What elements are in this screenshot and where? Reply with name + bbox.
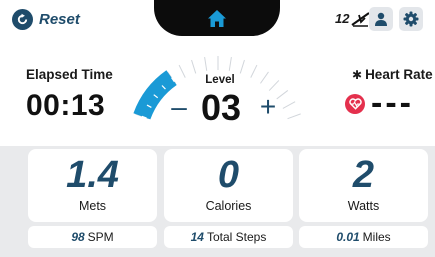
calories-card: 0 Calories <box>164 149 293 222</box>
gear-icon <box>403 11 419 27</box>
elapsed-time-value: 00:13 <box>26 89 106 122</box>
gauge-tick <box>204 56 208 71</box>
mets-label: Mets <box>78 199 107 213</box>
heart-rate-label-text: Heart Rate <box>365 67 433 82</box>
profile-button[interactable] <box>369 7 393 31</box>
user-icon <box>375 12 387 26</box>
gauge-tick <box>239 59 245 74</box>
reset-label: Reset <box>39 10 80 28</box>
gauge-tick <box>191 59 197 74</box>
mets-value: 1.4 <box>66 154 119 196</box>
reset-icon <box>12 8 33 30</box>
gauge-tick <box>260 71 269 84</box>
watts-value: 2 <box>352 154 375 196</box>
gauge-tick <box>282 101 296 109</box>
total-steps-pill: 14 Total Steps <box>164 226 293 248</box>
level-increase-button[interactable]: + <box>256 90 280 124</box>
spm-pill: 98 SPM <box>28 226 157 248</box>
level-label: Level <box>205 74 235 86</box>
heart-icon <box>345 94 365 114</box>
bluetooth-icon: ✱ <box>352 68 363 82</box>
spm-label: SPM <box>87 230 114 244</box>
incline-value: 12 <box>335 10 350 26</box>
watts-label: Watts <box>347 199 380 213</box>
heart-rate-label: ✱ Heart Rate <box>352 67 433 82</box>
total-steps-label: Total Steps <box>206 230 267 244</box>
level-value: 03 <box>200 87 242 128</box>
total-steps-value: 14 <box>190 230 204 244</box>
level-decrease-button[interactable]: – <box>168 90 190 124</box>
heart-rate-value: --- <box>371 84 414 122</box>
miles-pill: 0.01 Miles <box>299 226 428 248</box>
miles-value: 0.01 <box>336 230 360 244</box>
gauge-tick <box>250 64 258 78</box>
calories-value: 0 <box>217 154 240 196</box>
home-icon <box>208 9 226 27</box>
home-button[interactable] <box>154 0 280 36</box>
gauge-tick <box>178 64 186 78</box>
watts-card: 2 Watts <box>299 149 428 222</box>
gauge-tick <box>287 113 301 120</box>
miles-label: Miles <box>362 230 391 244</box>
mets-card: 1.4 Mets <box>28 149 157 222</box>
elapsed-time-label: Elapsed Time <box>26 67 113 82</box>
gauge-tick <box>228 56 232 71</box>
calories-label: Calories <box>205 199 252 213</box>
reset-button[interactable]: Reset <box>12 8 80 30</box>
settings-button[interactable] <box>399 7 423 31</box>
incline-readout: 12 <box>335 9 371 27</box>
spm-value: 98 <box>71 230 85 244</box>
